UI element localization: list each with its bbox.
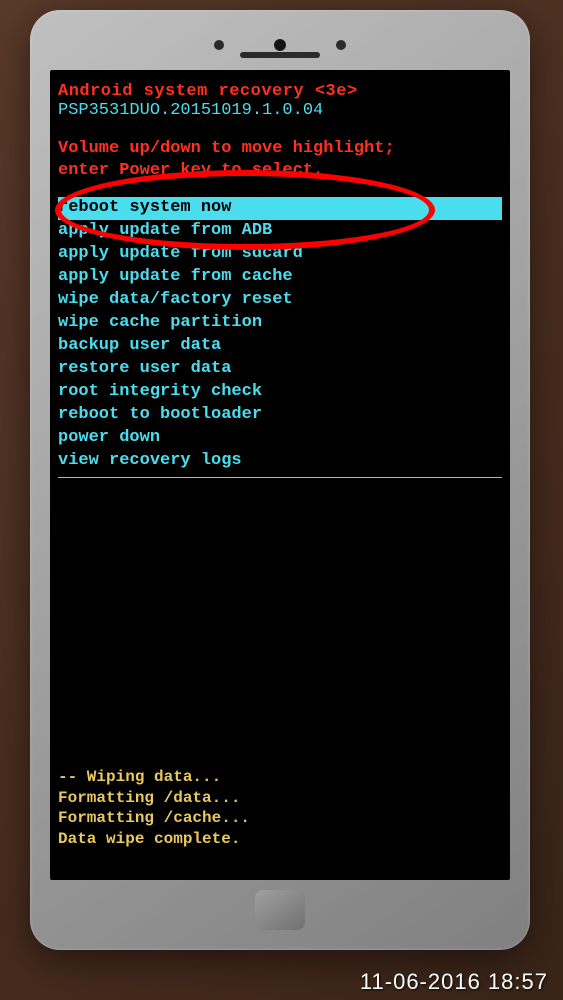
camera-icon bbox=[274, 39, 286, 51]
status-line: Data wipe complete. bbox=[58, 829, 502, 850]
menu-divider bbox=[58, 477, 502, 478]
recovery-menu: reboot system now apply update from ADB … bbox=[58, 197, 502, 478]
status-line: Formatting /cache... bbox=[58, 808, 502, 829]
menu-item-backup[interactable]: backup user data bbox=[58, 335, 502, 358]
menu-item-power-down[interactable]: power down bbox=[58, 427, 502, 450]
sensor-icon bbox=[214, 40, 224, 50]
menu-item-update-sdcard[interactable]: apply update from sdcard bbox=[58, 243, 502, 266]
menu-item-reboot-system[interactable]: reboot system now bbox=[58, 197, 502, 220]
menu-item-reboot-bootloader[interactable]: reboot to bootloader bbox=[58, 404, 502, 427]
menu-item-wipe-data[interactable]: wipe data/factory reset bbox=[58, 289, 502, 312]
recovery-screen: Android system recovery <3e> PSP3531DUO.… bbox=[50, 70, 510, 880]
menu-item-wipe-cache[interactable]: wipe cache partition bbox=[58, 312, 502, 335]
status-log: -- Wiping data... Formatting /data... Fo… bbox=[58, 767, 502, 850]
navigation-instructions: Volume up/down to move highlight; enter … bbox=[58, 138, 502, 182]
phone-top-sensors bbox=[30, 25, 530, 65]
recovery-version: PSP3531DUO.20151019.1.0.04 bbox=[58, 101, 502, 120]
sensor-icon bbox=[336, 40, 346, 50]
status-line: Formatting /data... bbox=[58, 788, 502, 809]
instruction-line-1: Volume up/down to move highlight; bbox=[58, 138, 502, 160]
recovery-title: Android system recovery <3e> bbox=[58, 82, 502, 101]
menu-item-update-adb[interactable]: apply update from ADB bbox=[58, 220, 502, 243]
menu-item-root-check[interactable]: root integrity check bbox=[58, 381, 502, 404]
phone-frame: Android system recovery <3e> PSP3531DUO.… bbox=[30, 10, 530, 950]
home-button[interactable] bbox=[255, 890, 305, 930]
menu-item-view-logs[interactable]: view recovery logs bbox=[58, 450, 502, 473]
instruction-line-2: enter Power key to select. bbox=[58, 160, 502, 182]
menu-item-update-cache[interactable]: apply update from cache bbox=[58, 266, 502, 289]
status-line: -- Wiping data... bbox=[58, 767, 502, 788]
photo-timestamp: 11-06-2016 18:57 bbox=[360, 969, 548, 995]
speaker-grille bbox=[240, 52, 320, 58]
menu-item-restore[interactable]: restore user data bbox=[58, 358, 502, 381]
